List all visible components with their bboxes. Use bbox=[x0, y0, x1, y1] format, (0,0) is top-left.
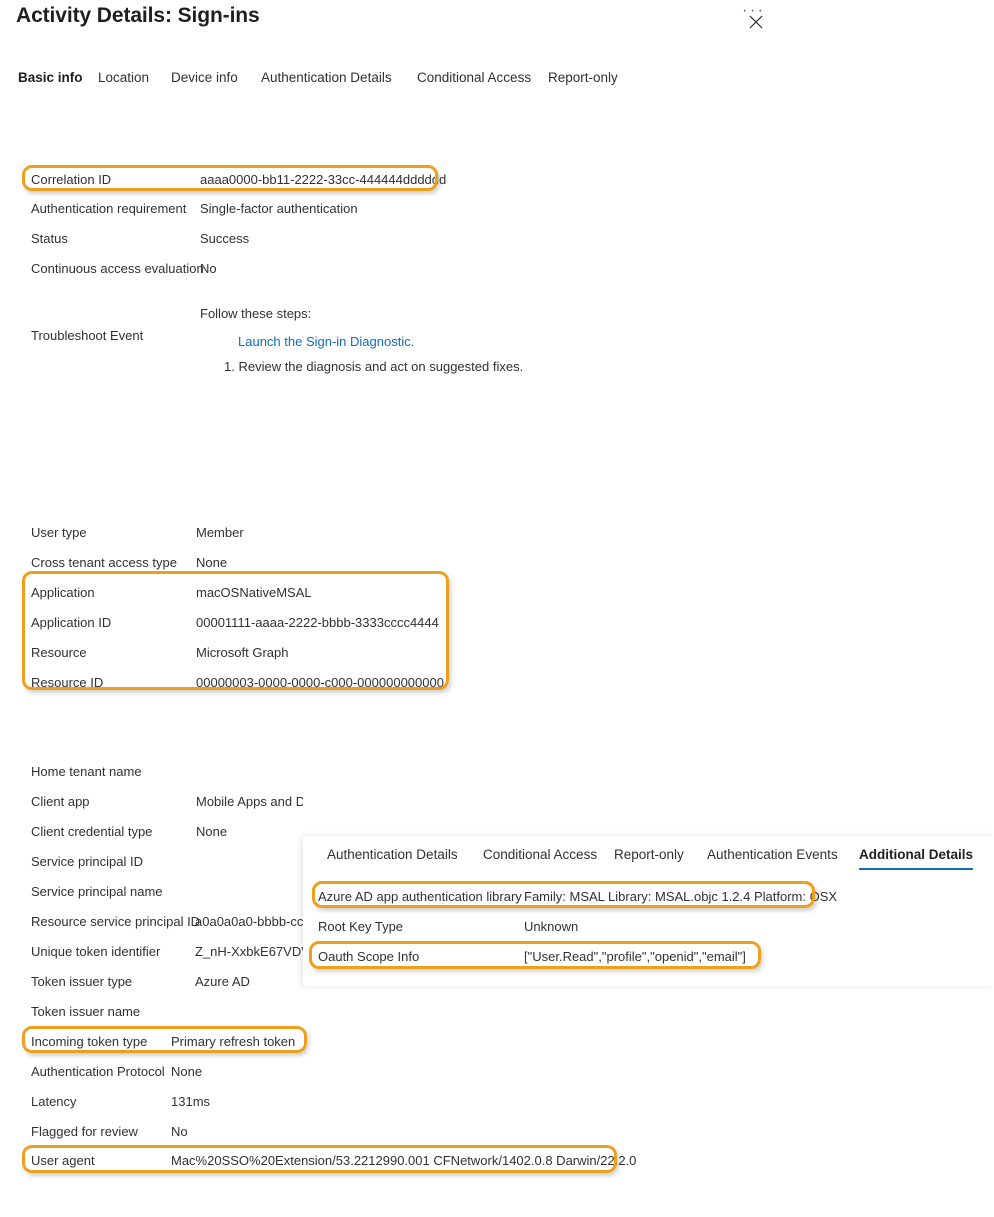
detail-row: Correlation ID aaaa0000-bb11-2222-33cc-44… bbox=[31, 168, 631, 192]
troubleshoot-event-label: Troubleshoot Event bbox=[31, 328, 144, 343]
detail-value: ["User.Read","profile","openid","email"] bbox=[524, 949, 746, 964]
detail-label: Incoming token type bbox=[31, 1034, 148, 1049]
detail-row: Root Key Type Unknown bbox=[318, 915, 838, 939]
detail-row: Unique token identifier Z_nH-XxbkE67VDVj bbox=[31, 940, 303, 964]
detail-value: Z_nH-XxbkE67VDVj bbox=[195, 944, 303, 959]
detail-value: 131ms bbox=[171, 1094, 211, 1109]
detail-label: Root Key Type bbox=[318, 919, 404, 934]
detail-value: Unknown bbox=[524, 919, 579, 934]
detail-value: No bbox=[171, 1124, 188, 1139]
detail-value: aaaa0000-bb11-2222-33cc-444444dddddd bbox=[200, 172, 447, 187]
detail-row: Service principal ID bbox=[31, 850, 303, 874]
tab-additional-details[interactable]: Additional Details bbox=[859, 847, 974, 870]
detail-row: Resource Microsoft Graph bbox=[31, 641, 631, 665]
detail-row: User type Member bbox=[31, 521, 631, 545]
detail-value: 00001111-aaaa-2222-bbbb-3333cccc4444 bbox=[196, 615, 439, 630]
detail-label: Home tenant name bbox=[31, 764, 142, 779]
detail-label: Token issuer name bbox=[31, 1004, 141, 1019]
tab-authentication-events[interactable]: Authentication Events bbox=[707, 847, 838, 862]
detail-label: Correlation ID bbox=[31, 172, 112, 187]
detail-value: a0a0a0a0-bbbb-cccc bbox=[195, 914, 303, 929]
detail-row: Continuous access evaluation No bbox=[31, 257, 631, 281]
detail-row: Authentication Protocol None bbox=[31, 1060, 631, 1084]
detail-label: Latency bbox=[31, 1094, 77, 1109]
primary-tabstrip: Basic info Location Device info Authenticat… bbox=[18, 70, 778, 96]
detail-row: Latency 131ms bbox=[31, 1090, 631, 1114]
detail-label: Cross tenant access type bbox=[31, 555, 177, 570]
detail-label: Application bbox=[31, 585, 95, 600]
detail-row: User agent Mac%20SSO%20Extension/53.22129… bbox=[31, 1149, 636, 1173]
detail-value: Family: MSAL Library: MSAL.objc 1.2.4 Pl… bbox=[524, 889, 838, 904]
detail-value: Primary refresh token bbox=[171, 1034, 296, 1049]
detail-row: Incoming token type Primary refresh token bbox=[31, 1030, 631, 1054]
detail-label: Resource service principal ID bbox=[31, 914, 201, 929]
detail-row: Token issuer name bbox=[31, 1000, 303, 1024]
tab-location[interactable]: Location bbox=[98, 70, 149, 89]
tab-basic-info[interactable]: Basic info bbox=[18, 70, 83, 89]
detail-label: Flagged for review bbox=[31, 1124, 138, 1139]
tab-report-only[interactable]: Report-only bbox=[614, 847, 684, 862]
detail-label: Client credential type bbox=[31, 824, 153, 839]
tab-conditional-access[interactable]: Conditional Access bbox=[483, 847, 597, 862]
detail-label: User type bbox=[31, 525, 87, 540]
detail-row: Token issuer type Azure AD bbox=[31, 970, 303, 994]
detail-value: None bbox=[171, 1064, 203, 1079]
launch-signin-diagnostic-link[interactable]: Launch the Sign-in Diagnostic. bbox=[238, 334, 414, 349]
detail-label: Service principal ID bbox=[31, 854, 143, 869]
troubleshoot-follow-text: Follow these steps: bbox=[200, 306, 312, 321]
detail-row: Oauth Scope Info ["User.Read","profile","… bbox=[318, 945, 838, 969]
tab-device-info[interactable]: Device info bbox=[171, 70, 238, 89]
detail-value: None bbox=[196, 555, 228, 570]
additional-details-tabstrip: Authentication Details Conditional Access… bbox=[315, 847, 985, 877]
detail-row: Cross tenant access type None bbox=[31, 551, 631, 575]
detail-label: Authentication requirement bbox=[31, 201, 187, 216]
detail-row: Application macOSNativeMSAL bbox=[31, 581, 631, 605]
tab-conditional-access[interactable]: Conditional Access bbox=[417, 70, 531, 89]
detail-value: Single-factor authentication bbox=[200, 201, 358, 216]
detail-value: Member bbox=[196, 525, 244, 540]
tab-authentication-details[interactable]: Authentication Details bbox=[261, 70, 392, 89]
detail-label: Resource bbox=[31, 645, 87, 660]
detail-row: Resource ID 00000003-0000-0000-c000-00000… bbox=[31, 671, 631, 695]
detail-label: User agent bbox=[31, 1153, 95, 1168]
tab-authentication-details[interactable]: Authentication Details bbox=[327, 847, 458, 862]
page-title: Activity Details: Sign-ins bbox=[16, 4, 260, 27]
detail-label: Oauth Scope Info bbox=[318, 949, 420, 964]
detail-value: Mobile Apps and Desktop clients bbox=[196, 794, 303, 809]
tab-report-only[interactable]: Report-only bbox=[548, 70, 618, 89]
detail-row: Azure AD app authentication library Famil… bbox=[318, 885, 838, 909]
detail-row: Client credential type None bbox=[31, 820, 303, 844]
detail-row: Client app Mobile Apps and Desktop client… bbox=[31, 790, 303, 814]
ellipsis-icon[interactable]: ··· bbox=[742, 2, 765, 20]
detail-row: Status Success bbox=[31, 227, 631, 251]
detail-value: None bbox=[196, 824, 228, 839]
detail-row: Authentication requirement Single-factor … bbox=[31, 197, 631, 221]
detail-row: Application ID 00001111-aaaa-2222-bbbb-33… bbox=[31, 611, 631, 635]
detail-label: Authentication Protocol bbox=[31, 1064, 165, 1079]
detail-value: Success bbox=[200, 231, 250, 246]
detail-label: Azure AD app authentication library bbox=[318, 889, 522, 904]
detail-value: Mac%20SSO%20Extension/53.2212990.001 CFN… bbox=[171, 1153, 637, 1168]
detail-label: Unique token identifier bbox=[31, 944, 161, 959]
detail-label: Service principal name bbox=[31, 884, 163, 899]
detail-value: 00000003-0000-0000-c000-000000000000 bbox=[196, 675, 444, 690]
detail-label: Application ID bbox=[31, 615, 112, 630]
detail-row: Resource service principal ID a0a0a0a0-bb… bbox=[31, 910, 303, 934]
troubleshoot-step-text: 1. Review the diagnosis and act on sugge… bbox=[224, 359, 524, 374]
detail-row: Service principal name bbox=[31, 880, 303, 904]
detail-value: Microsoft Graph bbox=[196, 645, 289, 660]
detail-row: Home tenant name bbox=[31, 760, 303, 784]
detail-value: macOSNativeMSAL bbox=[196, 585, 312, 600]
detail-value: No bbox=[200, 261, 217, 276]
detail-value: Azure AD bbox=[195, 974, 250, 989]
detail-row: Flagged for review No bbox=[31, 1120, 631, 1144]
detail-label: Token issuer type bbox=[31, 974, 133, 989]
detail-label: Continuous access evaluation bbox=[31, 261, 204, 276]
detail-label: Status bbox=[31, 231, 68, 246]
detail-label: Client app bbox=[31, 794, 90, 809]
detail-label: Resource ID bbox=[31, 675, 104, 690]
